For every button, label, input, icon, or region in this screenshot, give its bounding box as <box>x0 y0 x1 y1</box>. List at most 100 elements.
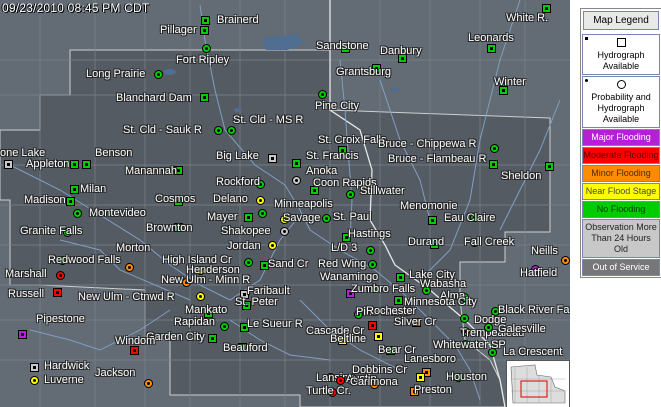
gauge-label-l-d-3[interactable]: L/D 3 <box>331 242 357 254</box>
gauge-label-st-cld-ms-r[interactable]: St. Cld - MS R <box>233 114 303 126</box>
gauge-marker-l-d-3[interactable] <box>366 246 375 255</box>
gauge-marker-long-prairie[interactable] <box>154 70 163 79</box>
gauge-label-pine-city[interactable]: Pine City <box>315 100 359 112</box>
gauge-marker-blanchard-dam[interactable] <box>200 93 209 102</box>
gauge-label-zumbro-falls[interactable]: Zumbro Falls <box>351 283 415 295</box>
locator-inset-map[interactable] <box>506 360 570 407</box>
gauge-marker-st-francis[interactable] <box>292 159 301 168</box>
gauge-marker-stillwater[interactable] <box>346 190 355 199</box>
gauge-marker-windom[interactable] <box>130 346 139 355</box>
gauge-label-hastings[interactable]: Hastings <box>348 228 391 240</box>
gauge-marker-mayer[interactable] <box>244 213 253 222</box>
gauge-label-morton[interactable]: Morton <box>116 242 150 254</box>
gauge-label-bruce-flambeau-r[interactable]: Bruce - Flambeau R <box>388 153 486 165</box>
gauge-label-cosmos[interactable]: Cosmos <box>155 193 195 205</box>
gauge-label-lanesboro[interactable]: Lanesboro <box>404 353 456 365</box>
legend-title[interactable]: Map Legend <box>583 11 659 30</box>
gauge-marker-fort-ripley[interactable] <box>202 44 211 53</box>
gauge-label-rockford[interactable]: Rockford <box>216 176 260 188</box>
gauge-label-hardwick[interactable]: Hardwick <box>44 360 89 372</box>
gauge-label-fall-creek[interactable]: Fall Creek <box>464 236 514 248</box>
gauge-label-la-crescent[interactable]: La Crescent <box>503 346 562 358</box>
gauge-marker-jackson[interactable] <box>144 379 153 388</box>
gauge-label-st-paul[interactable]: St. Paul <box>333 211 372 223</box>
gauge-label-st-francis[interactable]: St. Francis <box>306 150 359 162</box>
gauge-label-grantsburg[interactable]: Grantsburg <box>336 66 391 78</box>
gauge-label-marshall[interactable]: Marshall <box>5 268 47 280</box>
gauge-label-stillwater[interactable]: Stillwater <box>360 185 405 197</box>
gauge-label-anoka[interactable]: Anoka <box>306 165 337 177</box>
gauge-label-st-croix-falls[interactable]: St. Croix Falls <box>318 134 386 146</box>
gauge-label-madison[interactable]: Madison <box>24 194 66 206</box>
gauge-label-pipestone[interactable]: Pipestone <box>36 313 85 325</box>
gauge-label-redwood-falls[interactable]: Redwood Falls <box>48 254 121 266</box>
gauge-label-granite-falls[interactable]: Granite Falls <box>20 225 82 237</box>
gauge-label-turtle-cr[interactable]: Turtle Cr. <box>306 385 351 397</box>
gauge-label-preston[interactable]: Preston <box>414 384 452 396</box>
gauge-marker-pine-city[interactable] <box>318 90 327 99</box>
gauge-label-jordan[interactable]: Jordan <box>227 240 261 252</box>
gauge-label-brainerd[interactable]: Brainerd <box>217 14 259 26</box>
gauge-marker-high-island-cr[interactable] <box>244 258 253 267</box>
gauge-marker-delano[interactable] <box>256 196 265 205</box>
gauge-marker-garden-city[interactable] <box>208 334 217 343</box>
gauge-label-wabasha[interactable]: Wabasha <box>420 278 466 290</box>
gauge-marker-montevideo[interactable] <box>73 209 82 218</box>
gauge-marker-neills[interactable] <box>561 256 570 265</box>
gauge-label-white-r[interactable]: White R. <box>506 12 548 24</box>
gauge-label-long-prairie[interactable]: Long Prairie <box>86 68 145 80</box>
gauge-label-big-lake[interactable]: Big Lake <box>216 150 259 162</box>
gauge-label-montevideo[interactable]: Montevideo <box>89 207 146 219</box>
gauge-label-danbury[interactable]: Danbury <box>380 45 422 57</box>
gauge-marker-morton[interactable] <box>125 263 134 272</box>
gauge-marker-hardwick[interactable] <box>30 363 39 372</box>
gauge-marker-leonards[interactable] <box>487 44 496 53</box>
gauge-marker-lake-city[interactable] <box>396 273 405 282</box>
gauge-marker-austin[interactable] <box>336 376 345 385</box>
gauge-marker-madison[interactable] <box>66 197 75 206</box>
gauge-label-st-peter[interactable]: St. Peter <box>235 296 278 308</box>
gauge-label-leonards[interactable]: Leonards <box>468 32 514 44</box>
gauge-label-sand-cr[interactable]: Sand Cr <box>268 258 308 270</box>
gauge-marker-rochester[interactable] <box>368 321 377 330</box>
gauge-label-brownton[interactable]: Brownton <box>146 222 192 234</box>
gauge-label-delano[interactable]: Delano <box>213 193 248 205</box>
gauge-label-pillager[interactable]: Pillager <box>160 24 197 36</box>
gauge-label-menomonie[interactable]: Menomonie <box>400 200 457 212</box>
gauge-label-blanchard-dam[interactable]: Blanchard Dam <box>116 92 192 104</box>
gauge-label-galesville[interactable]: Galesville <box>498 323 546 335</box>
gauge-label-sandstone[interactable]: Sandstone <box>316 40 369 52</box>
gauge-marker-pillager[interactable] <box>200 26 209 35</box>
gauge-marker-brainerd[interactable] <box>201 16 210 25</box>
gauge-label-le-sueur-r[interactable]: Le Sueur R <box>247 318 303 330</box>
gauge-label-durand[interactable]: Durand <box>408 236 444 248</box>
gauge-label-fort-ripley[interactable]: Fort Ripley <box>176 54 229 66</box>
gauge-label-manannah[interactable]: Manannah <box>125 165 177 177</box>
gauge-label-new-ulm-minn-r[interactable]: New Ulm - Minn R <box>161 274 250 286</box>
gauge-label-silver-cr[interactable]: Silver Cr <box>394 316 436 328</box>
gauge-label-st-cld-sauk-r[interactable]: St. Cld - Sauk R <box>123 124 202 136</box>
gauge-label-red-wing[interactable]: Red Wing <box>318 258 366 270</box>
gauge-label-milan[interactable]: Milan <box>80 183 106 195</box>
gauge-marker-dobbins-cr[interactable] <box>416 373 425 382</box>
gauge-marker-st-cld-ms-r[interactable] <box>227 126 236 135</box>
gauge-label-beauford[interactable]: Beauford <box>223 342 268 354</box>
gauge-label-new-ulm-ctnwd-r[interactable]: New Ulm - Ctnwd R <box>78 291 175 303</box>
gauge-marker-st-paul[interactable] <box>322 214 331 223</box>
gauge-marker-rapidan[interactable] <box>220 322 229 331</box>
gauge-label-benson[interactable]: Benson <box>95 147 132 159</box>
gauge-label-houston[interactable]: Houston <box>446 371 487 383</box>
gauge-marker-sheldon[interactable] <box>545 162 554 171</box>
gauge-marker-one-lake[interactable] <box>4 160 13 169</box>
gauge-marker-luverne[interactable] <box>30 376 39 385</box>
gauge-label-carimona[interactable]: Carimona <box>350 376 398 388</box>
gauge-marker-dodge[interactable] <box>460 314 469 323</box>
gauge-label-black-river-fa[interactable]: Black River Fa <box>498 304 570 316</box>
gauge-marker-pipestone[interactable] <box>18 330 27 339</box>
gauge-marker-marshall[interactable] <box>56 271 65 280</box>
gauge-marker-minnesota-city[interactable] <box>394 296 403 305</box>
gauge-label-wanamingo[interactable]: Wanamingo <box>320 271 378 283</box>
gauge-label-appleton[interactable]: Appleton <box>26 158 69 170</box>
gauge-label-shakopee[interactable]: Shakopee <box>221 225 271 237</box>
gauge-marker-bruce-chippewa-r[interactable] <box>490 144 499 153</box>
